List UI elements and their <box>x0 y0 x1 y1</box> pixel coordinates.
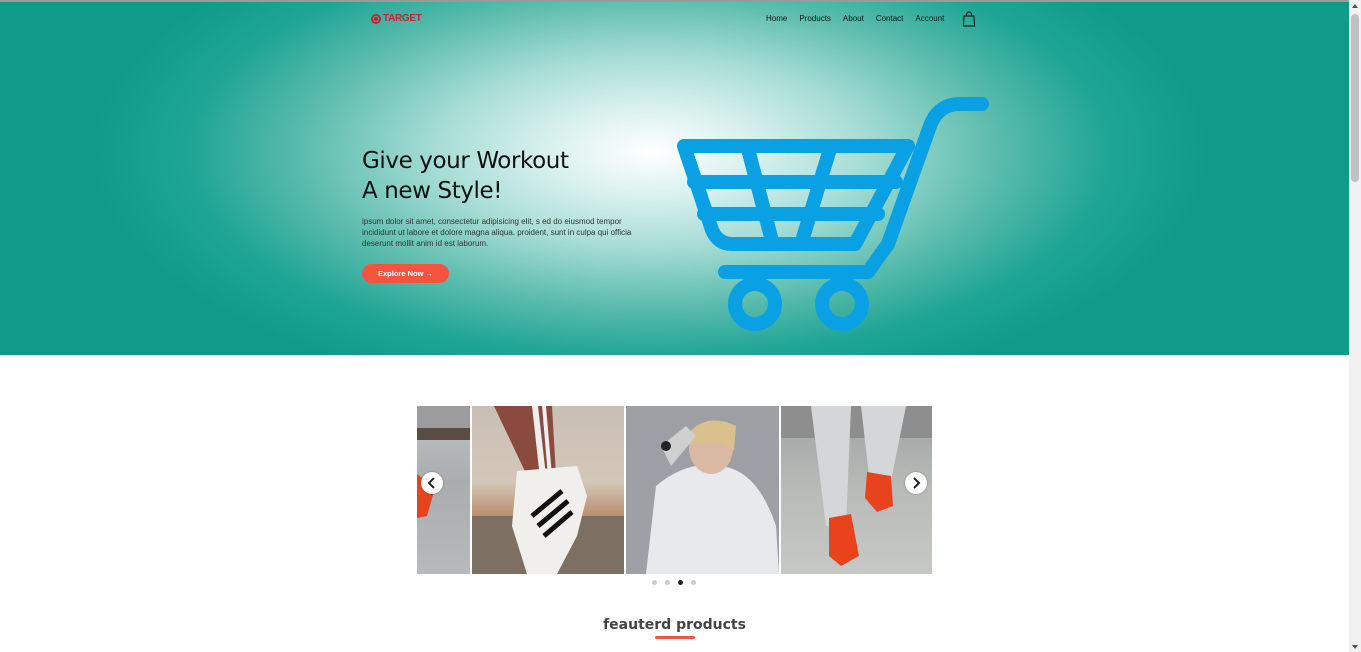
nav-products[interactable]: Products <box>799 14 831 23</box>
carousel-dot-active[interactable] <box>678 580 683 585</box>
explore-now-button[interactable]: Explore Now → <box>362 264 449 283</box>
carousel-dot[interactable] <box>691 580 696 585</box>
title-underline <box>655 636 695 639</box>
carousel-dot[interactable] <box>652 580 657 585</box>
shopping-bag-icon[interactable] <box>962 11 976 27</box>
featured-products-title: feauterd products <box>603 617 746 633</box>
carousel-slide-3 <box>626 406 779 574</box>
carousel-slide-2 <box>472 406 624 574</box>
hero-title-line-1: Give your Workout <box>362 148 569 174</box>
slide-image-woman-hoodie <box>646 420 779 574</box>
logo[interactable]: TARGET <box>371 13 422 24</box>
nav-contact[interactable]: Contact <box>876 14 904 23</box>
nav-account[interactable]: Account <box>915 14 944 23</box>
carousel-dot[interactable] <box>665 580 670 585</box>
carousel-next-button[interactable] <box>905 472 927 494</box>
carousel-prev-button[interactable] <box>421 472 443 494</box>
scroll-down-icon[interactable] <box>1352 645 1358 649</box>
scroll-up-icon[interactable] <box>1352 4 1358 8</box>
logo-text: TARGET <box>383 13 422 24</box>
image-carousel[interactable] <box>417 406 932 574</box>
nav-about[interactable]: About <box>843 14 864 23</box>
chevron-right-icon <box>913 477 921 489</box>
chevron-left-icon <box>427 477 435 489</box>
hero-section: TARGET Home Products About Contact Accou… <box>0 0 1349 355</box>
shopping-cart-icon <box>677 97 989 331</box>
target-logo-icon <box>371 13 381 24</box>
hero-title-line-2: A new Style! <box>362 178 503 204</box>
slide-image-striped-sneaker <box>472 406 624 574</box>
page-scrollbar[interactable] <box>1349 0 1361 652</box>
hero-description: ipsum dolor sit amet, consectetur adipis… <box>362 217 632 248</box>
carousel-dots <box>652 580 696 585</box>
main-nav: Home Products About Contact Account <box>766 14 944 23</box>
nav-home[interactable]: Home <box>766 14 787 23</box>
scroll-thumb[interactable] <box>1351 14 1359 182</box>
hero-title: Give your Workout A new Style! <box>362 146 569 206</box>
